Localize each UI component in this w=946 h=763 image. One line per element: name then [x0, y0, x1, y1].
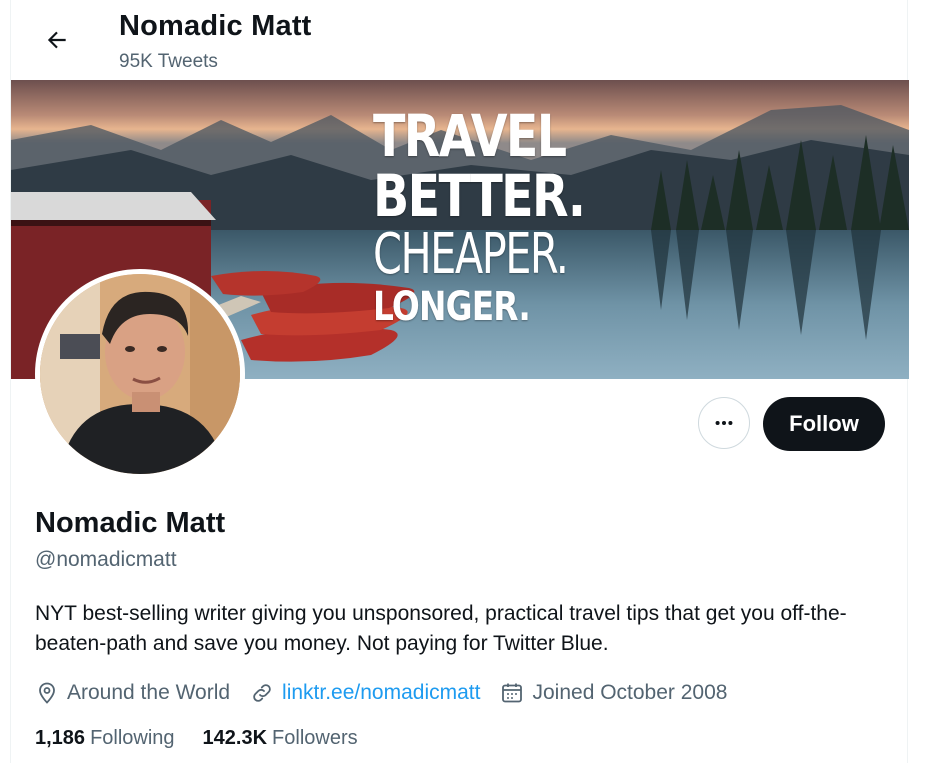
avatar[interactable] [35, 269, 245, 479]
website-link[interactable]: linktr.ee/nomadicmatt [282, 681, 480, 705]
location-pin-icon [39, 682, 55, 704]
banner-slogan: TRAVEL BETTER. CHEAPER. LONGER. [373, 102, 586, 331]
followers-label: Followers [272, 727, 358, 749]
banner-line-2: BETTER. [373, 162, 586, 230]
joined-item: Joined October 2008 [500, 681, 727, 705]
followers-stat[interactable]: 142.3K Followers [203, 727, 358, 750]
following-label: Following [90, 727, 175, 749]
header-title: Nomadic Matt [119, 10, 312, 42]
banner-line-1: TRAVEL [373, 102, 567, 170]
location-item: Around the World [35, 681, 230, 705]
follow-button[interactable]: Follow [763, 397, 885, 451]
more-horizontal-icon [715, 420, 733, 426]
back-button[interactable] [35, 18, 79, 62]
link-icon [253, 684, 271, 702]
followers-count: 142.3K [202, 727, 268, 749]
following-count: 1,186 [35, 727, 86, 749]
profile-column: Nomadic Matt 95K Tweets TRAVEL BETTER. C… [10, 0, 909, 763]
profile-name: Nomadic Matt [35, 507, 226, 539]
profile-bio: NYT best-selling writer giving you unspo… [35, 602, 847, 655]
website-item[interactable]: linktr.ee/nomadicmatt [250, 681, 480, 705]
tweet-count: 95K Tweets [119, 51, 218, 72]
calendar-icon [502, 683, 523, 703]
more-options-button[interactable] [698, 397, 750, 449]
profile-stats: 1,186 Following 142.3K Followers [35, 727, 386, 750]
joined-text: Joined October 2008 [532, 681, 728, 704]
arrow-left-icon [47, 31, 66, 49]
profile-handle: @nomadicmatt [35, 548, 177, 571]
location-text: Around the World [67, 681, 231, 704]
following-stat[interactable]: 1,186 Following [35, 727, 175, 750]
profile-meta: Around the World linktr.ee/nomadicmatt J… [35, 678, 747, 708]
banner-line-4: LONGER. [373, 284, 531, 330]
avatar-photo [40, 274, 240, 474]
banner-line-3: CHEAPER. [373, 222, 569, 287]
avatar-portrait [40, 274, 240, 474]
